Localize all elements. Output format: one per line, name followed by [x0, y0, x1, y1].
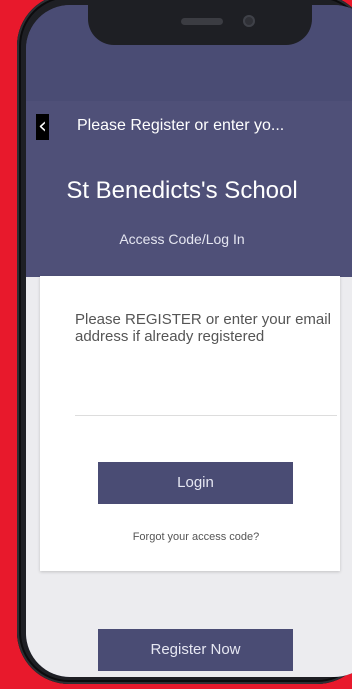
phone-frame: ‹ Please Register or enter yo... St Bene…	[17, 0, 352, 684]
navigation-title: Please Register or enter yo...	[77, 117, 285, 134]
forgot-access-code-link[interactable]: Forgot your access code?	[26, 531, 352, 543]
register-now-button[interactable]: Register Now	[98, 629, 293, 671]
speaker-icon	[181, 18, 223, 25]
register-prompt: Please REGISTER or enter your email addr…	[75, 311, 331, 345]
school-name: St Benedicts's School	[66, 177, 298, 204]
phone-screen: ‹ Please Register or enter yo... St Bene…	[26, 5, 352, 677]
phone-notch	[88, 5, 312, 45]
camera-icon	[243, 15, 255, 27]
chevron-left-icon: ‹	[38, 114, 47, 139]
login-button[interactable]: Login	[98, 462, 293, 504]
back-button[interactable]: ‹	[36, 114, 49, 140]
device-mockup-stage: ‹ Please Register or enter yo... St Bene…	[0, 0, 352, 689]
access-code-subtitle: Access Code/Log In	[119, 231, 245, 247]
email-input[interactable]	[75, 389, 337, 416]
